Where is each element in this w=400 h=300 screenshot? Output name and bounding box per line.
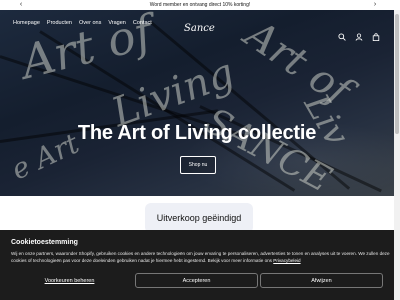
sold-out-notice: Uitverkoop geëindigd xyxy=(145,203,253,233)
header-icons xyxy=(338,28,380,42)
shop-now-button[interactable]: Shop nu xyxy=(180,156,216,174)
announcement-text: Word member en ontvang direct 10% kortin… xyxy=(149,2,251,8)
cart-icon[interactable] xyxy=(372,28,380,42)
search-icon[interactable] xyxy=(338,28,346,41)
nav-item-vragen[interactable]: Vragen xyxy=(108,20,126,26)
account-icon[interactable] xyxy=(355,28,363,41)
nav-item-homepage[interactable]: Homepage xyxy=(13,20,40,26)
nav-item-over-ons[interactable]: Over ons xyxy=(79,20,101,26)
reject-button[interactable]: Afwijzen xyxy=(260,273,383,288)
nav-item-producten[interactable]: Producten xyxy=(47,20,72,26)
page: ‹ Word member en ontvang direct 10% kort… xyxy=(0,0,400,300)
nav-item-contact[interactable]: Contact xyxy=(133,20,152,26)
cookie-text: Wij en onze partners, waaronder Shopify,… xyxy=(11,250,391,264)
accept-button[interactable]: Accepteren xyxy=(135,273,258,288)
main-nav: Homepage Producten Over ons Vragen Conta… xyxy=(13,10,152,36)
cookie-body: Wij en onze partners, waaronder Shopify,… xyxy=(11,251,390,263)
hero-banner: Art of Living Art of Liv e Art SANCE The… xyxy=(0,10,394,196)
cookie-banner: Cookietoestemming Wij en onze partners, … xyxy=(0,230,394,300)
scrollbar-thumb[interactable] xyxy=(395,14,399,134)
scrollbar[interactable] xyxy=(394,10,400,300)
chevron-right-icon[interactable]: › xyxy=(370,0,380,10)
header: Homepage Producten Over ons Vragen Conta… xyxy=(0,10,394,42)
hero-title: The Art of Living collectie xyxy=(77,122,317,144)
privacy-policy-link[interactable]: Privacybeleid xyxy=(273,258,300,263)
cookie-title: Cookietoestemming xyxy=(11,239,78,246)
logo[interactable]: Sance xyxy=(184,23,215,34)
chevron-left-icon[interactable]: ‹ xyxy=(16,0,26,10)
announcement-bar: ‹ Word member en ontvang direct 10% kort… xyxy=(0,0,400,10)
manage-preferences-button[interactable]: Voorkeuren beheren xyxy=(8,273,131,288)
